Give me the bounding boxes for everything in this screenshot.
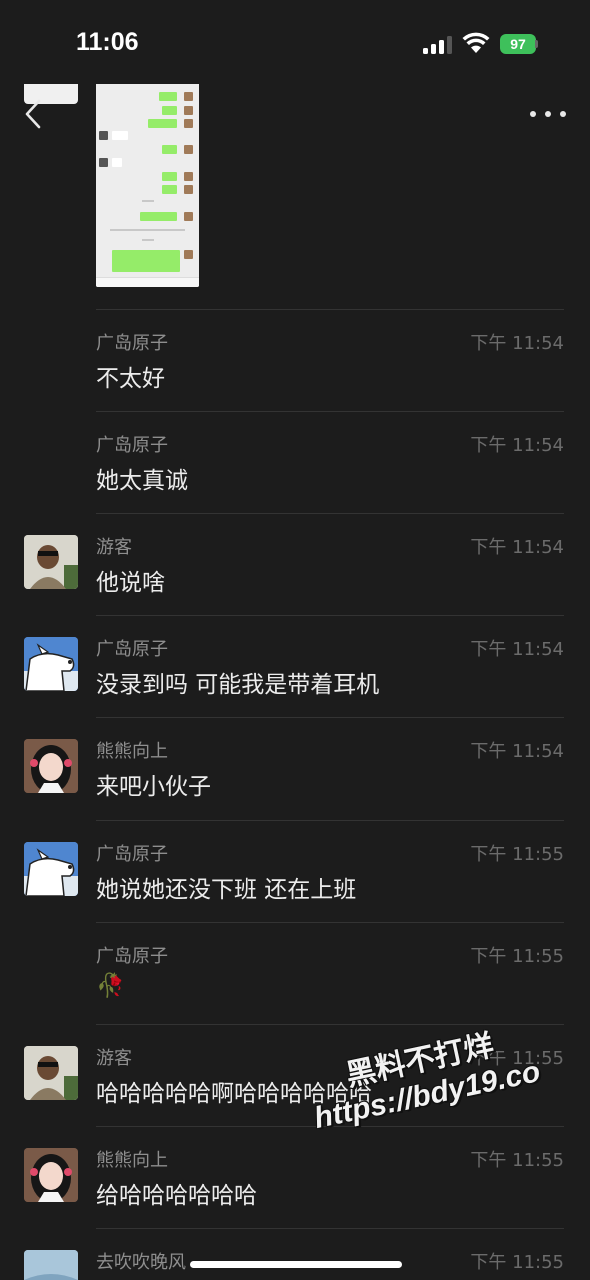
message-row: 游客 下午 11:55 哈哈哈哈哈啊哈哈哈哈哈哈 (0, 1024, 590, 1126)
wilted-rose-emoji[interactable]: 🥀 (96, 972, 125, 999)
battery-icon: 97 (500, 34, 538, 54)
avatar[interactable] (24, 637, 78, 691)
status-bar: 11:06 97 (0, 0, 590, 84)
chevron-left-icon (25, 99, 41, 129)
message-row: 广岛原子 下午 11:54 没录到吗 可能我是带着耳机 (0, 615, 590, 717)
message-row: 广岛原子 下午 11:54 不太好 (0, 309, 590, 411)
message-row: 广岛原子 下午 11:54 她太真诚 (0, 411, 590, 513)
status-time: 11:06 (76, 28, 139, 56)
message-time: 下午 11:54 (470, 537, 564, 558)
message-text[interactable]: 来吧小伙子 (96, 767, 211, 801)
avatar[interactable] (24, 1250, 78, 1280)
cellular-signal-icon (423, 36, 455, 54)
message-time: 下午 11:55 (470, 946, 564, 967)
message-row: 广岛原子 下午 11:55 🥀 (0, 922, 590, 1024)
message-sender[interactable]: 熊熊向上 (96, 737, 168, 763)
message-text[interactable]: 她说她还没下班 还在上班 (96, 870, 356, 904)
avatar[interactable] (24, 1046, 78, 1100)
message-text[interactable]: 不太好 (96, 359, 165, 393)
message-row: 广岛原子 下午 11:55 她说她还没下班 还在上班 (0, 820, 590, 922)
chat-screenshot-image[interactable] (96, 82, 199, 287)
avatar[interactable] (24, 535, 78, 589)
message-time: 下午 11:54 (470, 639, 564, 660)
message-sender[interactable]: 熊熊向上 (96, 1146, 168, 1172)
message-sender[interactable]: 广岛原子 (96, 942, 168, 968)
ellipsis-icon (530, 111, 536, 117)
avatar[interactable] (24, 739, 78, 793)
message-row: 熊熊向上 下午 11:54 来吧小伙子 (0, 717, 590, 819)
message-sender[interactable]: 广岛原子 (96, 431, 168, 457)
avatar[interactable] (24, 1148, 78, 1202)
message-text[interactable]: 没录到吗 可能我是带着耳机 (96, 665, 379, 699)
message-sender[interactable]: 游客 (96, 1044, 132, 1070)
back-button[interactable] (20, 98, 50, 130)
message-time: 下午 11:55 (470, 844, 564, 865)
message-time: 下午 11:54 (470, 741, 564, 762)
message-text[interactable]: 她太真诚 (96, 461, 188, 495)
message-time: 下午 11:54 (470, 333, 564, 354)
message-sender[interactable]: 游客 (96, 533, 132, 559)
message-sender[interactable]: 去吹吹晚风 (96, 1248, 186, 1274)
message-text[interactable]: 他说啥 (96, 563, 165, 597)
message-time: 下午 11:55 (470, 1252, 564, 1273)
message-time: 下午 11:55 (470, 1150, 564, 1171)
home-indicator[interactable] (190, 1261, 402, 1268)
message-sender[interactable]: 广岛原子 (96, 840, 168, 866)
more-options-button[interactable] (530, 104, 566, 124)
avatar[interactable] (24, 842, 78, 896)
message-time: 下午 11:55 (470, 1048, 564, 1069)
message-row: 去吹吹晚风 下午 11:55 (0, 1228, 590, 1280)
wifi-icon (462, 32, 490, 58)
message-text[interactable]: 给哈哈哈哈哈哈 (96, 1176, 257, 1210)
message-sender[interactable]: 广岛原子 (96, 635, 168, 661)
message-time: 下午 11:54 (470, 435, 564, 456)
message-text[interactable]: 哈哈哈哈哈啊哈哈哈哈哈哈 (96, 1074, 372, 1108)
message-sender[interactable]: 广岛原子 (96, 329, 168, 355)
battery-level: 97 (500, 34, 536, 54)
message-row: 游客 下午 11:54 他说啥 (0, 513, 590, 615)
message-row: 熊熊向上 下午 11:55 给哈哈哈哈哈哈 (0, 1126, 590, 1228)
